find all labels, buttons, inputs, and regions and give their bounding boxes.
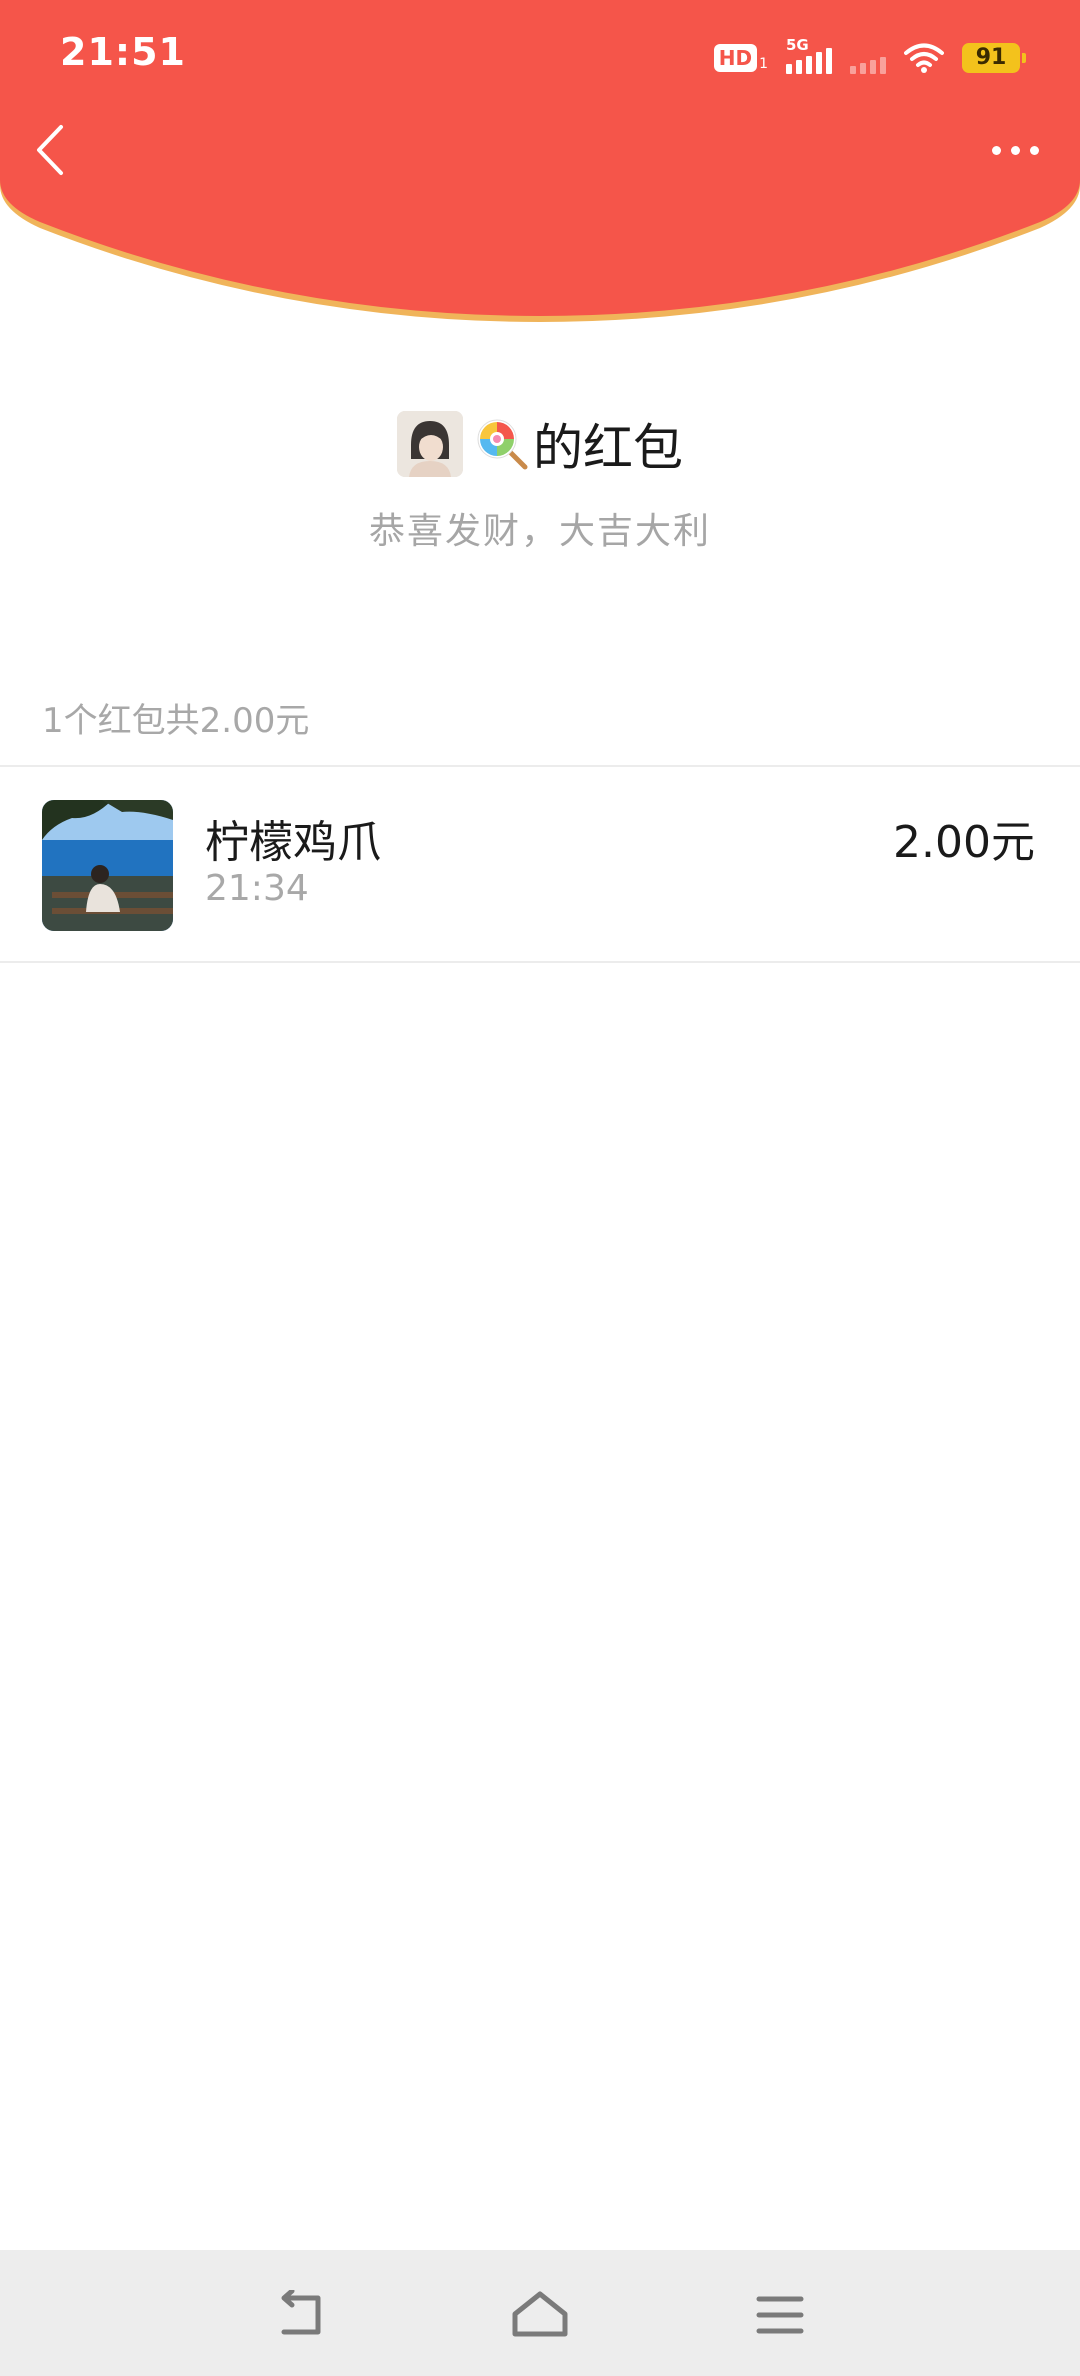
sender-info: 的红包 [0,408,1080,480]
receive-amount: 2.00元 [893,817,1035,868]
nav-menu-icon [756,2296,804,2334]
chevron-left-icon [37,125,63,175]
nav-back-icon [281,2290,321,2335]
sender-name: 的红包 [475,408,683,480]
status-icons: HD 1 5G 91 [713,36,1026,78]
cellular-signal-icon: 5G [786,36,832,74]
receive-time: 21:34 [205,868,309,909]
blessing-text: 恭喜发财，大吉大利 [368,511,711,552]
secondary-signal-icon [850,42,886,74]
divider [0,765,1080,767]
divider [0,961,1080,963]
more-button[interactable] [980,130,1050,170]
battery-indicator: 91 [962,43,1026,73]
packet-summary: 1个红包共2.00元 [42,701,310,741]
back-button[interactable] [20,115,80,185]
nav-menu-button[interactable] [745,2280,815,2350]
more-dot [1010,145,1020,155]
wifi-icon [904,43,944,73]
nav-home-icon [512,2291,568,2337]
hd-sub-label: 1 [759,56,768,72]
status-time: 21:51 [60,30,186,74]
list-item[interactable]: 柠檬鸡爪 21:34 2.00元 [0,768,1080,960]
hd-label: HD [713,44,758,72]
more-dots-icon [991,145,1001,155]
more-dot [1029,145,1039,155]
nav-back-button[interactable] [265,2280,335,2350]
header: 21:51 HD 1 5G 91 [0,0,1080,330]
hd-icon: HD 1 [713,44,768,72]
sender-avatar[interactable] [397,411,463,477]
nav-home-button[interactable] [505,2280,575,2350]
lollipop-icon [477,419,528,470]
sender-name-label: 的红包 [533,419,683,477]
network-type-label: 5G [786,36,809,54]
system-nav-bar [0,2250,1080,2376]
receiver-avatar[interactable] [42,800,173,931]
receiver-name: 柠檬鸡爪 [205,817,381,868]
